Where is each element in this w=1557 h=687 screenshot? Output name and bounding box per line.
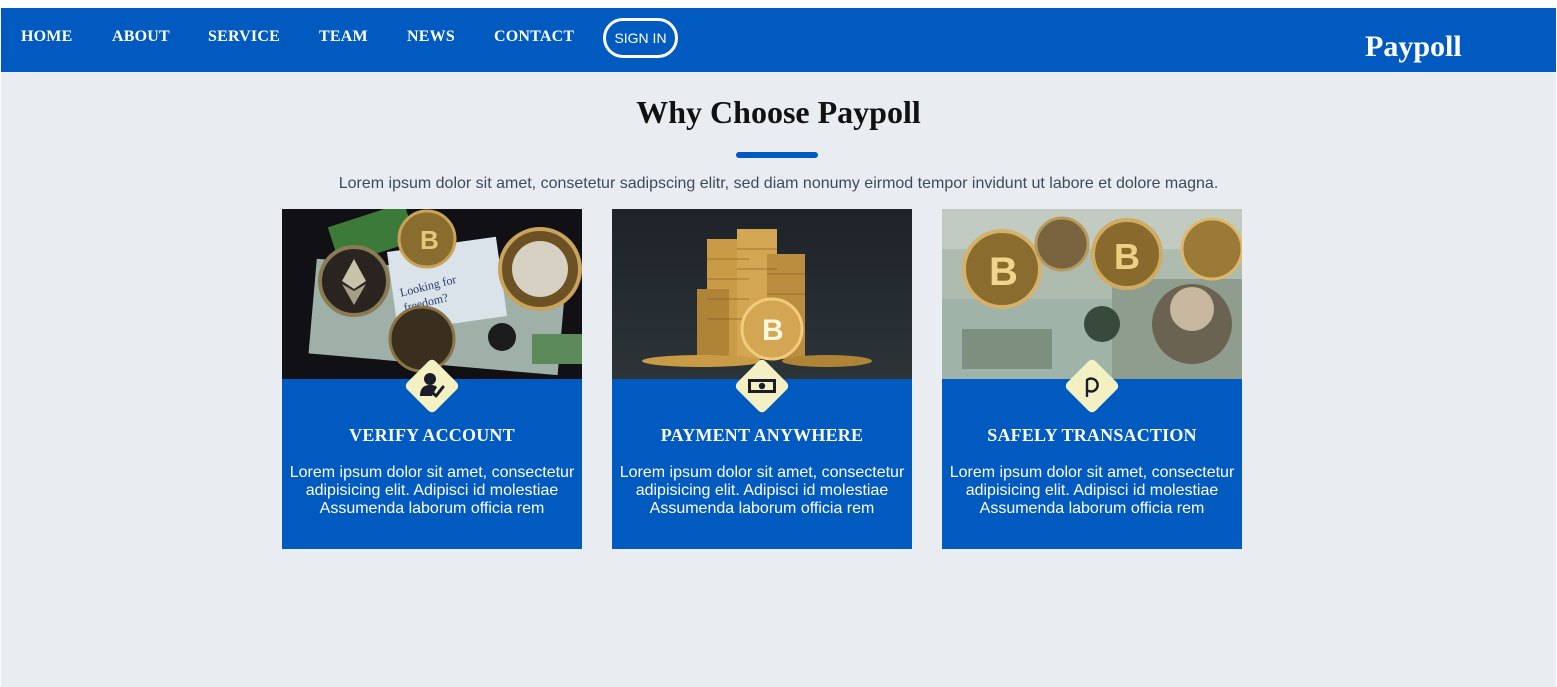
feature-card-safely: B B SAFELY TRANSACTION Lorem ipsum dolor… [942,209,1242,549]
page: HOME ABOUT SERVICE TEAM NEWS CONTACT SIG… [1,8,1556,687]
feature-card-verify: Looking for freedom? B VERIFY ACCOUNT Lo… [282,209,582,549]
svg-text:B: B [989,250,1018,294]
badge [1064,358,1120,414]
nav-link-contact[interactable]: CONTACT [494,28,574,46]
card-image-bitcoin-dollar-bills: B B [942,209,1242,379]
nav-link-about[interactable]: ABOUT [112,28,170,46]
section-title: Why Choose Paypoll [636,94,921,130]
banknote-icon [748,379,776,393]
card-text: Lorem ipsum dolor sit amet, consectetur … [949,464,1235,517]
nav-link-home[interactable]: HOME [21,28,72,46]
feature-card-payment: B PAYMENT ANYWHERE Lorem ipsum dolor sit… [612,209,912,549]
card-title: VERIFY ACCOUNT [349,425,515,445]
card-text: Lorem ipsum dolor sit amet, consectetur … [619,464,905,517]
navbar: HOME ABOUT SERVICE TEAM NEWS CONTACT SIG… [1,8,1556,72]
card-image-crypto-coins-dollars: Looking for freedom? B [282,209,582,379]
svg-text:B: B [420,225,439,255]
svg-text:B: B [1114,236,1140,277]
card-text: Lorem ipsum dolor sit amet, consectetur … [289,464,575,517]
card-image-bitcoin-stacks: B [612,209,912,379]
title-underline [736,152,818,158]
nav-link-news[interactable]: NEWS [407,28,455,46]
card-title: SAFELY TRANSACTION [987,425,1197,445]
svg-text:B: B [762,314,784,347]
brand-logo-text[interactable]: Paypoll [1365,30,1462,64]
sign-in-button[interactable]: SIGN IN [603,18,678,58]
card-title: PAYMENT ANYWHERE [660,425,864,445]
nav-link-service[interactable]: SERVICE [208,28,280,46]
badge [404,358,460,414]
badge [734,358,790,414]
nav-link-team[interactable]: TEAM [319,28,368,46]
section-subtitle: Lorem ipsum dolor sit amet, consetetur s… [338,175,1219,192]
